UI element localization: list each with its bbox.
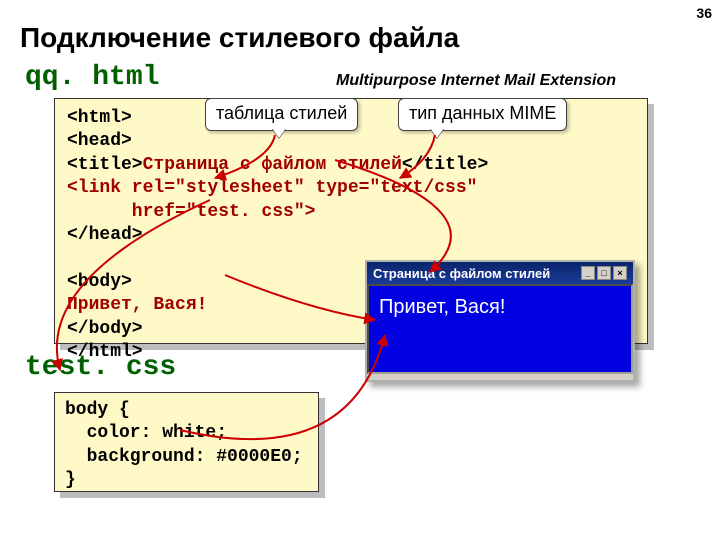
code-title-text: Страница с файлом стилей <box>143 155 402 175</box>
mime-expansion: Multipurpose Internet Mail Extension <box>336 72 616 90</box>
slide-title: Подключение стилевого файла <box>20 22 459 54</box>
close-icon: × <box>613 266 627 280</box>
code-line: <body> <box>67 272 132 292</box>
code-line: </title> <box>402 155 488 175</box>
code-line: </head> <box>67 225 143 245</box>
window-body: Привет, Вася! <box>367 284 633 374</box>
window-buttons: _ □ × <box>581 266 627 280</box>
code-link-line: href="test. css"> <box>67 202 315 222</box>
code-line: <head> <box>67 131 132 151</box>
code-line: background: #0000E0; <box>65 447 303 467</box>
code-line: </body> <box>67 319 143 339</box>
code-line: color: white; <box>65 423 227 443</box>
code-block-css: body { color: white; background: #0000E0… <box>54 392 319 492</box>
code-line: <title> <box>67 155 143 175</box>
minimize-icon: _ <box>581 266 595 280</box>
page-number: 36 <box>696 5 712 21</box>
browser-window-preview: Страница с файлом стилей _ □ × Привет, В… <box>365 260 635 382</box>
code-line: body { <box>65 400 130 420</box>
code-line: } <box>65 470 76 490</box>
callout-tail <box>430 128 444 138</box>
code-body-text: Привет, Вася! <box>67 295 207 315</box>
window-title: Страница с файлом стилей <box>373 266 550 281</box>
code-link-line: <link rel="stylesheet" type="text/css" <box>67 178 477 198</box>
callout-mime-type: тип данных MIME <box>398 98 567 131</box>
filename-html: qq. html <box>25 62 159 93</box>
code-line: <html> <box>67 108 132 128</box>
callout-stylesheet: таблица стилей <box>205 98 358 131</box>
callout-tail <box>272 128 286 138</box>
filename-css: test. css <box>25 352 176 383</box>
maximize-icon: □ <box>597 266 611 280</box>
window-titlebar: Страница с файлом стилей _ □ × <box>367 262 633 284</box>
